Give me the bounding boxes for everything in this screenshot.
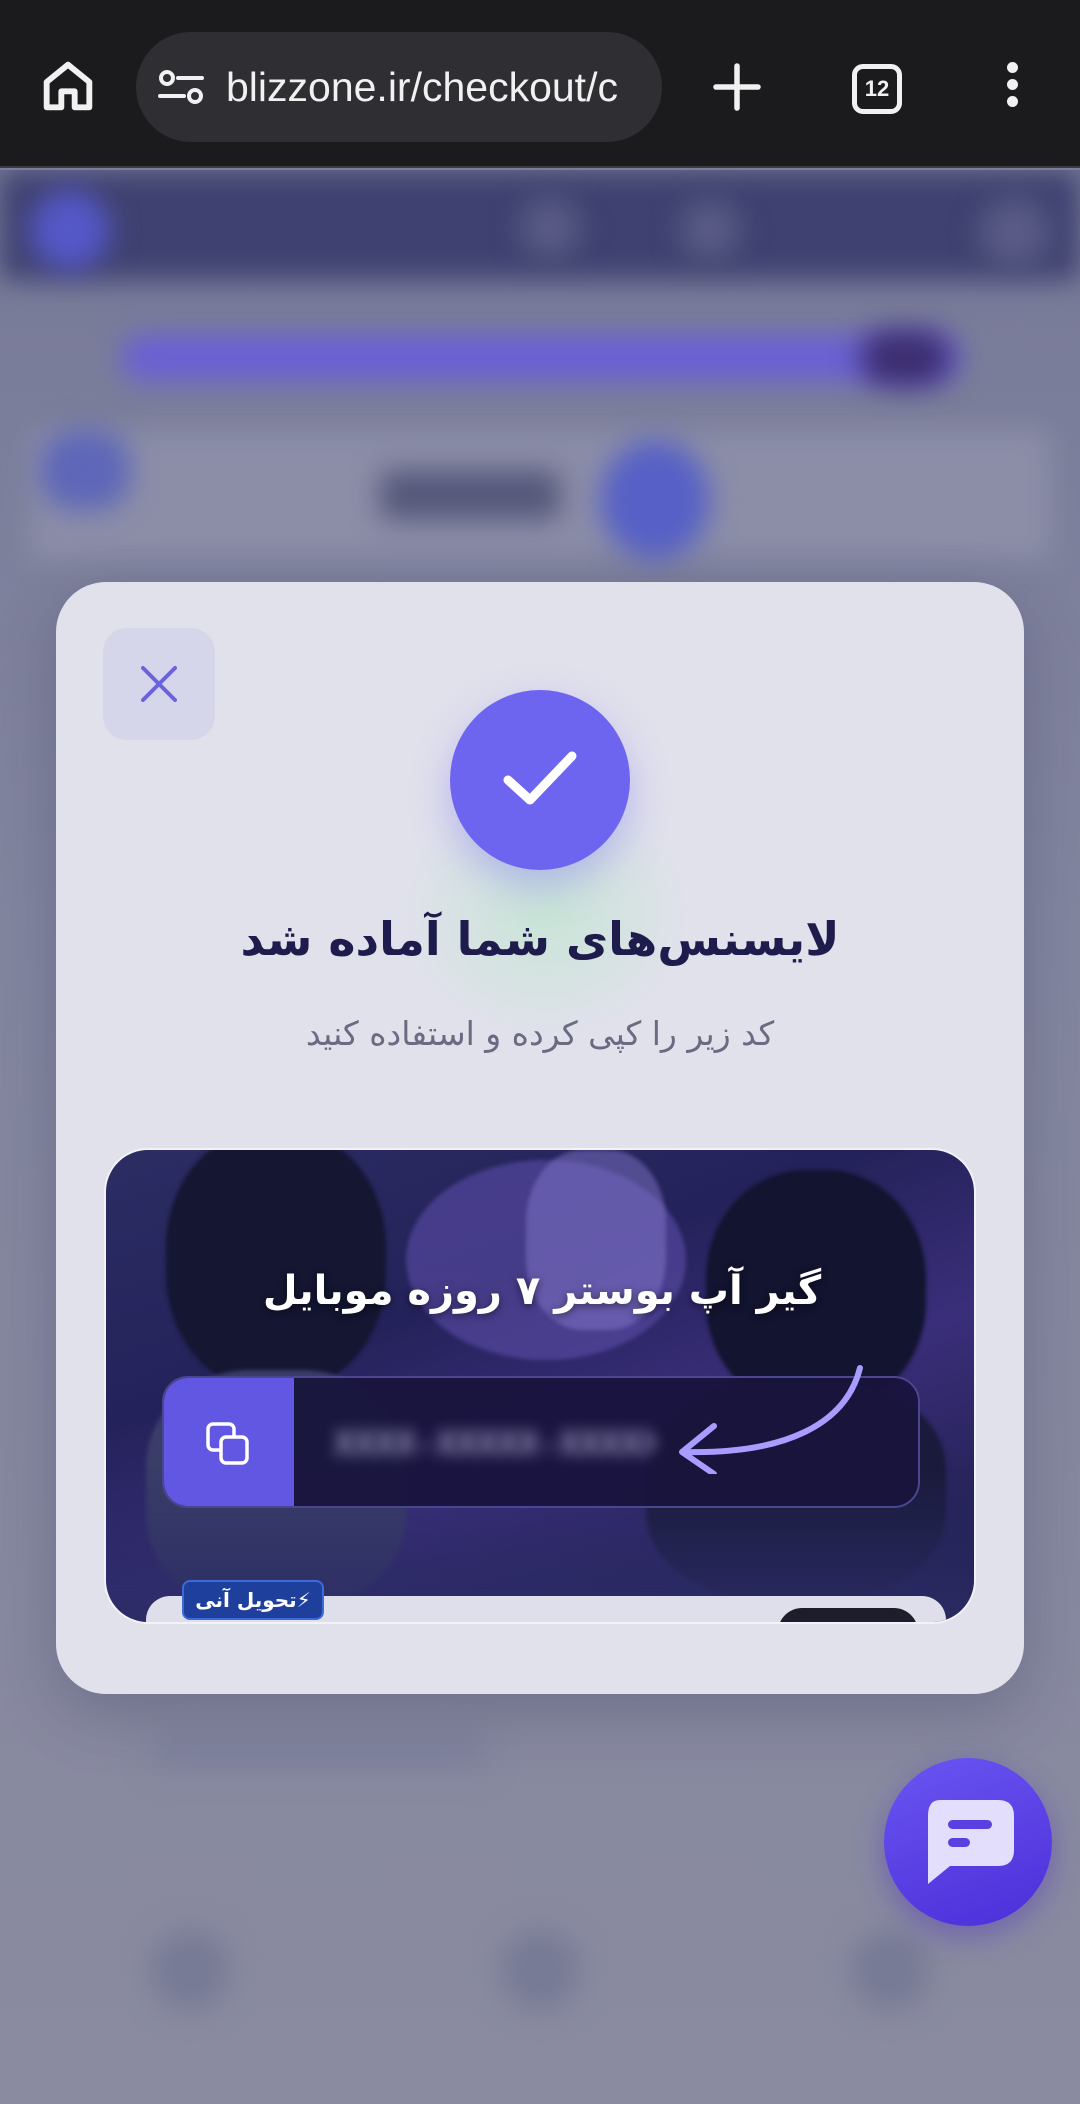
home-icon xyxy=(43,61,93,111)
chat-support-button[interactable] xyxy=(884,1758,1052,1926)
product-card: گیر آپ بوستر ۷ روزه موبایل XXXX-XXXXX-XX… xyxy=(104,1148,976,1624)
blurred-header-icon xyxy=(520,198,580,258)
instant-delivery-label: تحویل آنی xyxy=(195,1588,297,1612)
blurred-header-icon xyxy=(680,200,740,260)
blurred-nav-icon xyxy=(850,1930,930,2010)
blurred-logo xyxy=(30,190,110,270)
close-icon xyxy=(141,666,177,702)
instant-delivery-badge: ⚡تحویل آنی xyxy=(182,1580,324,1620)
blurred-banner xyxy=(120,335,960,381)
more-vert-icon[interactable] xyxy=(1002,62,1022,112)
card-footer-button xyxy=(778,1608,918,1622)
check-icon xyxy=(503,751,577,805)
tab-switcher-button[interactable]: 12 xyxy=(852,64,902,114)
blurred-banner-button xyxy=(860,330,950,386)
blurred-header-icon xyxy=(980,198,1050,268)
lightning-icon: ⚡ xyxy=(296,1588,311,1612)
url-text[interactable]: blizzone.ir/checkout/c xyxy=(226,32,662,142)
blurred-nav-icon xyxy=(500,1930,580,2010)
chat-icon xyxy=(928,1800,1014,1884)
copy-icon xyxy=(206,1422,249,1465)
blurred-text xyxy=(380,470,560,520)
blurred-nav-icon xyxy=(150,1930,230,2010)
tune-icon[interactable] xyxy=(158,69,204,105)
address-bar[interactable]: blizzone.ir/checkout/c xyxy=(136,32,662,142)
new-tab-button[interactable] xyxy=(712,62,762,112)
blurred-graphic xyxy=(40,430,130,510)
modal-subtitle: کد زیر را کپی کرده و استفاده کنید xyxy=(305,1014,775,1053)
license-modal: لایسنس‌های شما آماده شد کد زیر را کپی کر… xyxy=(56,582,1024,1694)
arrow-annotation-icon xyxy=(679,1365,863,1474)
home-button[interactable] xyxy=(36,54,100,118)
product-name: گیر آپ بوستر ۷ روزه موبایل xyxy=(262,1268,822,1314)
blurred-text xyxy=(150,1730,490,1770)
blurred-graphic xyxy=(600,440,710,560)
close-button[interactable] xyxy=(103,628,215,740)
browser-toolbar: blizzone.ir/checkout/c 12 xyxy=(0,0,1080,168)
license-code[interactable]: XXXX-XXXXX-XXXXX xyxy=(334,1378,654,1506)
modal-title: لایسنس‌های شما آماده شد xyxy=(240,912,840,966)
success-badge xyxy=(450,690,630,870)
plus-icon xyxy=(713,63,761,111)
copy-button[interactable] xyxy=(164,1378,294,1506)
